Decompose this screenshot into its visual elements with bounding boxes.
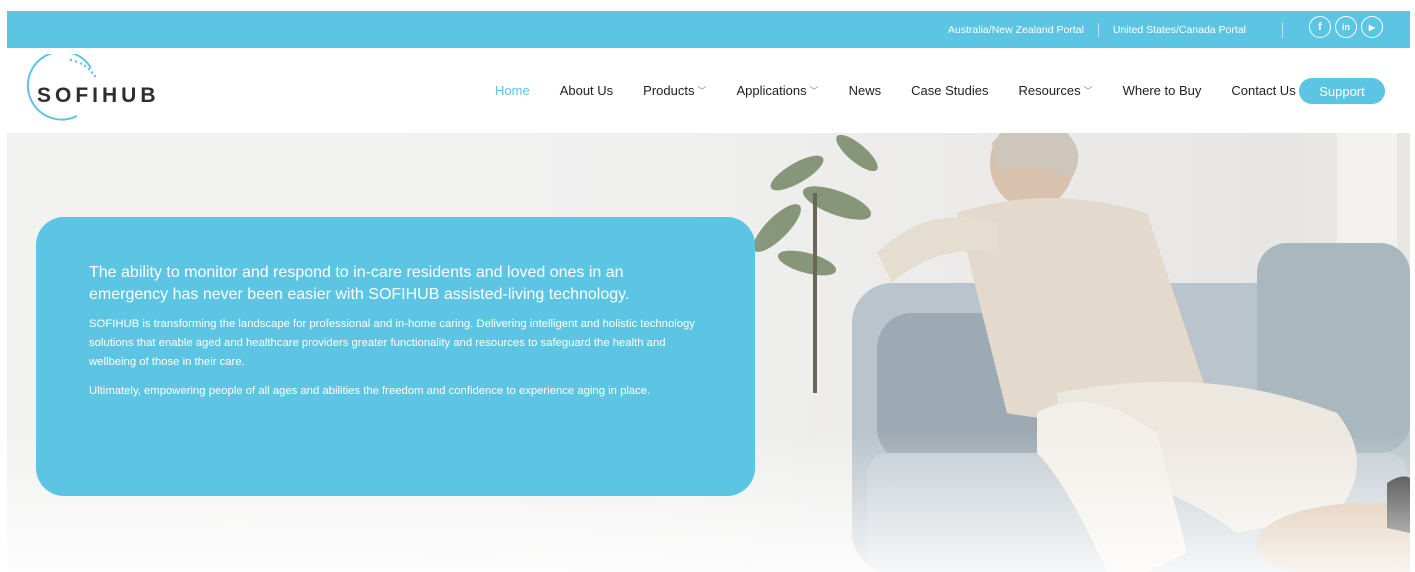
main-nav: Home About Us Products ﹀ Applications ﹀ Ne…	[495, 48, 1326, 133]
youtube-icon[interactable]: ▶	[1361, 16, 1383, 38]
hero-section: The ability to monitor and respond to in…	[7, 133, 1410, 572]
brand-name: SOFIHUB	[37, 84, 160, 107]
nav-where-to-buy[interactable]: Where to Buy	[1123, 83, 1202, 98]
hero-body-text-2: Ultimately, empowering people of all age…	[89, 385, 651, 397]
facebook-icon[interactable]: f	[1309, 16, 1331, 38]
nav-applications-label: Applications	[736, 83, 807, 98]
social-links: f in ▶	[1309, 16, 1383, 38]
nav-about-us[interactable]: About Us	[560, 83, 613, 98]
nav-applications[interactable]: Applications ﹀	[737, 83, 819, 98]
nav-home[interactable]: Home	[495, 83, 530, 98]
linkedin-icon[interactable]: in	[1335, 16, 1357, 38]
nav-products[interactable]: Products ﹀	[643, 83, 706, 98]
portal-link-anz[interactable]: Australia/New Zealand Portal	[934, 24, 1098, 36]
nav-home-label: Home	[495, 83, 530, 98]
support-button[interactable]: Support	[1299, 78, 1385, 104]
nav-case-studies-label: Case Studies	[911, 83, 989, 98]
portal-links: Australia/New Zealand Portal United Stat…	[934, 11, 1260, 48]
site-header: SOFIHUB Home About Us Products ﹀ Applicat…	[7, 48, 1410, 133]
hero-card: The ability to monitor and respond to in…	[36, 217, 755, 496]
chevron-down-icon: ﹀	[809, 86, 819, 96]
nav-resources-label: Resources	[1018, 83, 1081, 98]
sofihub-logo[interactable]: SOFIHUB	[21, 50, 181, 126]
hero-body-text-1: SOFIHUB is transforming the landscape fo…	[89, 318, 695, 368]
chevron-down-icon: ﹀	[1083, 86, 1093, 96]
nav-news-label: News	[848, 83, 882, 98]
logo-ring-icon: SOFIHUB	[26, 50, 160, 121]
nav-news[interactable]: News	[849, 83, 882, 98]
portal-link-us[interactable]: United States/Canada Portal	[1099, 24, 1260, 36]
nav-case-studies[interactable]: Case Studies	[911, 83, 988, 98]
nav-products-label: Products	[643, 83, 695, 98]
nav-resources[interactable]: Resources ﹀	[1018, 83, 1092, 98]
top-bar: Australia/New Zealand Portal United Stat…	[7, 11, 1410, 48]
nav-about-us-label: About Us	[559, 83, 614, 98]
hero-lead-text: The ability to monitor and respond to in…	[89, 264, 630, 303]
nav-where-to-buy-label: Where to Buy	[1122, 83, 1202, 98]
social-divider	[1282, 22, 1283, 38]
chevron-down-icon: ﹀	[697, 86, 707, 96]
nav-contact-us-label: Contact Us	[1231, 83, 1296, 98]
nav-contact-us[interactable]: Contact Us	[1231, 83, 1295, 98]
